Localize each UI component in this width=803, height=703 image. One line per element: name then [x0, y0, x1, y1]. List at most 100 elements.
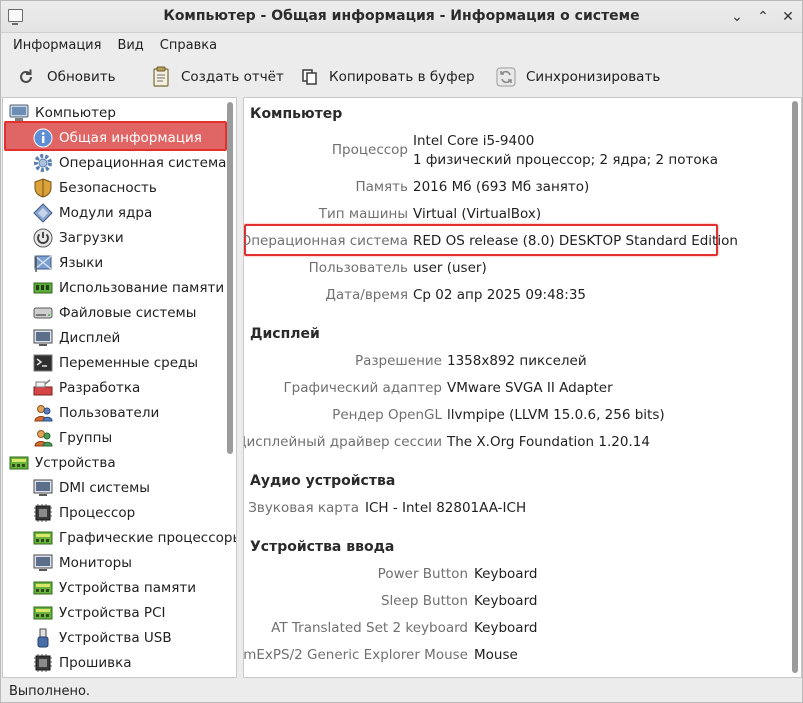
row-key: Память	[355, 179, 408, 195]
app-window: Компьютер - Общая информация - Информаци…	[0, 0, 803, 703]
tree-item-memory-devices[interactable]: Устройства памяти	[33, 575, 196, 600]
tree-item-environment-variables[interactable]: Переменные среды	[33, 350, 198, 375]
row-value: Keyboard	[474, 566, 538, 582]
display-monitor-icon	[33, 328, 53, 348]
tree-item-boots[interactable]: Загрузки	[33, 225, 124, 250]
security-shield-icon	[33, 177, 53, 198]
row-key: Операционная система	[243, 233, 408, 249]
toolbar: Обновить Создать отчёт Копировать в буфе…	[1, 57, 802, 97]
tree-item-memory-usage[interactable]: Использование памяти	[33, 275, 224, 300]
os-gear-icon	[33, 153, 53, 173]
title-bar[interactable]: Компьютер - Общая информация - Информаци…	[1, 1, 802, 33]
menu-help[interactable]: Справка	[152, 38, 225, 53]
create-report-button[interactable]: Создать отчёт	[137, 61, 284, 93]
tree-item-pci-devices[interactable]: Устройства PCI	[33, 600, 165, 625]
row-value-line2: 1 физический процессор; 2 ядра; 2 потока	[413, 152, 719, 168]
status-text: Выполнено.	[9, 684, 91, 699]
section-title-computer: Компьютер	[250, 106, 343, 122]
tree-item-devices[interactable]: Устройства	[9, 450, 116, 475]
dmi-monitor-icon	[33, 478, 53, 498]
tree-item-usb-devices[interactable]: Устройства USB	[33, 625, 172, 650]
tree-item-computer[interactable]: Компьютер	[9, 100, 116, 125]
memory-device-icon	[33, 578, 53, 598]
close-button[interactable]: ✕	[778, 7, 798, 27]
tree-item-monitors[interactable]: Мониторы	[33, 550, 132, 575]
synchronize-label: Синхронизировать	[526, 69, 661, 85]
refresh-icon	[15, 66, 37, 88]
menu-information[interactable]: Информация	[5, 38, 109, 53]
row-key: AT Translated Set 2 keyboard	[271, 620, 468, 636]
details-scrollbar[interactable]	[792, 101, 798, 673]
section-title-input-devices: Устройства ввода	[250, 539, 395, 555]
row-value: user (user)	[413, 260, 487, 276]
row-opengl-renderer: Рендер OpenGL llvmpipe (LLVM 15.0.6, 256…	[244, 407, 784, 427]
row-value: Virtual (VirtualBox)	[413, 206, 542, 222]
menu-bar: Информация Вид Справка	[1, 33, 802, 57]
kernel-module-icon	[33, 202, 53, 223]
row-key: Дата/время	[325, 287, 408, 303]
tree-item-display[interactable]: Дисплей	[33, 325, 120, 350]
copy-to-clipboard-button[interactable]: Копировать в буфер	[287, 61, 475, 93]
row-key: ImExPS/2 Generic Explorer Mouse	[243, 647, 468, 663]
status-bar: Выполнено.	[1, 680, 802, 703]
row-value: ICH - Intel 82801AA-ICH	[365, 500, 527, 516]
row-key: Звуковая карта	[248, 500, 359, 516]
report-icon	[151, 66, 171, 88]
maximize-button[interactable]: ⌃	[753, 7, 773, 27]
refresh-label: Обновить	[47, 69, 116, 85]
row-key: Графический адаптер	[283, 380, 442, 396]
row-memory: Память 2016 Мб (693 Мб занято)	[244, 179, 784, 199]
row-datetime: Дата/время Ср 02 апр 2025 09:48:35	[244, 287, 784, 307]
row-key: Sleep Button	[380, 593, 468, 609]
tree-item-gpu[interactable]: Графические процессоры	[33, 525, 236, 550]
row-power-button: Power Button Keyboard	[244, 566, 784, 586]
tree-item-security[interactable]: Безопасность	[33, 175, 157, 200]
row-key: Разрешение	[354, 353, 442, 369]
row-value: Keyboard	[474, 593, 538, 609]
tree-item-general-info[interactable]: Общая информация	[33, 125, 202, 150]
boot-power-icon	[33, 228, 53, 248]
row-key: Power Button	[377, 566, 468, 582]
row-key: Пользователь	[308, 260, 408, 276]
tree-item-dmi[interactable]: DMI системы	[33, 475, 150, 500]
tree-item-firmware[interactable]: Прошивка	[33, 650, 132, 675]
synchronize-button[interactable]: Синхронизировать	[482, 61, 662, 93]
row-machine-type: Тип машины Virtual (VirtualBox)	[244, 206, 784, 226]
devices-board-icon	[9, 453, 29, 473]
window-title: Компьютер - Общая информация - Информаци…	[163, 8, 640, 24]
refresh-button[interactable]: Обновить	[1, 61, 127, 93]
minimize-button[interactable]: ⌄	[727, 7, 747, 27]
tree-item-users[interactable]: Пользователи	[33, 400, 159, 425]
row-operating-system: Операционная система RED OS release (8.0…	[244, 233, 784, 253]
row-value: 1358x892 пикселей	[447, 353, 587, 369]
users-icon	[33, 403, 53, 423]
filesystem-drive-icon	[33, 303, 53, 323]
usb-icon	[33, 628, 53, 648]
tree-item-processor[interactable]: Процессор	[33, 500, 135, 525]
create-report-label: Создать отчёт	[181, 69, 284, 85]
row-key: Процессор	[331, 142, 408, 158]
row-sleep-button: Sleep Button Keyboard	[244, 593, 784, 613]
tree-item-file-systems[interactable]: Файловые системы	[33, 300, 196, 325]
details-pane: Компьютер Процессор Intel Core i5-9400 1…	[243, 97, 802, 678]
row-value: Ср 02 апр 2025 09:48:35	[413, 287, 586, 303]
menu-view[interactable]: Вид	[109, 38, 151, 53]
languages-flag-icon	[33, 253, 53, 273]
sidebar-scrollbar[interactable]	[227, 102, 233, 454]
tree-item-operating-system[interactable]: Операционная система	[33, 150, 226, 175]
row-key: Рендер OpenGL	[332, 407, 442, 423]
tree-item-languages[interactable]: Языки	[33, 250, 103, 275]
tree-item-groups[interactable]: Группы	[33, 425, 112, 450]
copy-to-clipboard-label: Копировать в буфер	[329, 69, 475, 85]
memory-chip-icon	[33, 278, 53, 298]
row-value: Keyboard	[474, 620, 538, 636]
terminal-icon	[33, 353, 53, 373]
tree-item-development[interactable]: Разработка	[33, 375, 140, 400]
tree-item-kernel-modules[interactable]: Модули ядра	[33, 200, 152, 225]
gpu-card-icon	[33, 528, 53, 548]
row-resolution: Разрешение 1358x892 пикселей	[244, 353, 784, 373]
category-tree[interactable]: Компьютер Общая информация Операционная …	[2, 97, 237, 678]
sync-icon	[496, 66, 516, 88]
computer-icon	[9, 103, 29, 123]
info-icon	[33, 128, 53, 148]
